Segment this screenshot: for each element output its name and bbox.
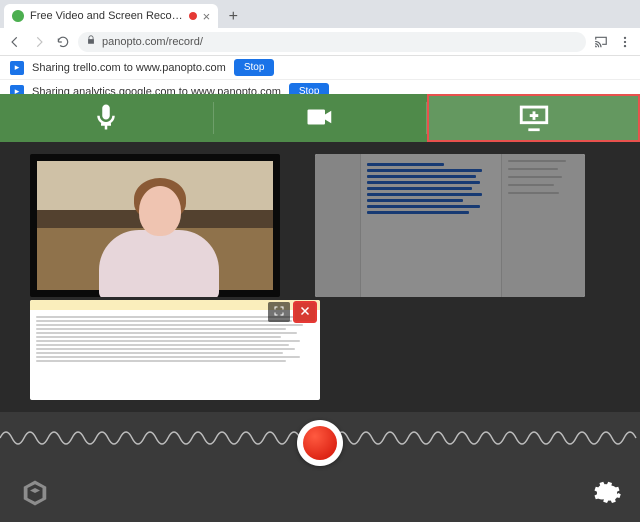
webcam-preview[interactable] xyxy=(30,154,280,297)
url-text: panopto.com/record/ xyxy=(102,36,203,48)
address-bar[interactable]: panopto.com/record/ xyxy=(78,32,586,52)
infobar-text: Sharing trello.com to www.panopto.com xyxy=(32,62,226,74)
settings-button[interactable] xyxy=(592,478,622,508)
camera-icon xyxy=(305,102,335,135)
remove-source-button[interactable] xyxy=(294,302,316,322)
browser-tab-bar: Free Video and Screen Reco… × + xyxy=(0,0,640,28)
webcam-frame xyxy=(37,161,273,290)
new-tab-button[interactable]: + xyxy=(222,6,244,28)
audio-source-button[interactable] xyxy=(0,94,213,142)
microphone-icon xyxy=(91,102,121,135)
browser-toolbar: panopto.com/record/ xyxy=(0,28,640,56)
tab-title: Free Video and Screen Reco… xyxy=(30,10,183,22)
panopto-logo-icon[interactable] xyxy=(20,478,50,508)
tab-close-button[interactable]: × xyxy=(203,9,211,24)
preview-area xyxy=(0,142,640,404)
share-icon: ▸ xyxy=(10,61,24,75)
browser-tab[interactable]: Free Video and Screen Reco… × xyxy=(4,4,218,28)
screen-preview-2[interactable] xyxy=(30,300,320,400)
cast-icon[interactable] xyxy=(592,33,610,51)
menu-button[interactable] xyxy=(616,33,634,51)
back-button[interactable] xyxy=(6,33,24,51)
dim-overlay xyxy=(315,154,585,297)
record-icon xyxy=(303,426,337,460)
screen-preview-1[interactable] xyxy=(315,154,585,297)
video-source-button[interactable] xyxy=(214,94,427,142)
fullscreen-button[interactable] xyxy=(268,302,290,322)
lock-icon xyxy=(86,35,96,48)
bottom-panel xyxy=(0,412,640,522)
favicon-icon xyxy=(12,10,24,22)
stop-share-button[interactable]: Stop xyxy=(234,59,275,76)
add-screen-icon xyxy=(517,100,551,137)
record-button[interactable] xyxy=(297,420,343,466)
gear-icon xyxy=(592,499,622,511)
reload-button[interactable] xyxy=(54,33,72,51)
close-icon xyxy=(299,305,311,320)
infobar: ▸ Sharing trello.com to www.panopto.com … xyxy=(0,56,640,80)
person-silhouette xyxy=(89,178,229,290)
recorder-app xyxy=(0,94,640,522)
recording-indicator-icon xyxy=(189,12,197,20)
forward-button[interactable] xyxy=(30,33,48,51)
source-bar xyxy=(0,94,640,142)
fullscreen-icon xyxy=(273,305,285,320)
add-screen-button[interactable] xyxy=(427,94,640,142)
